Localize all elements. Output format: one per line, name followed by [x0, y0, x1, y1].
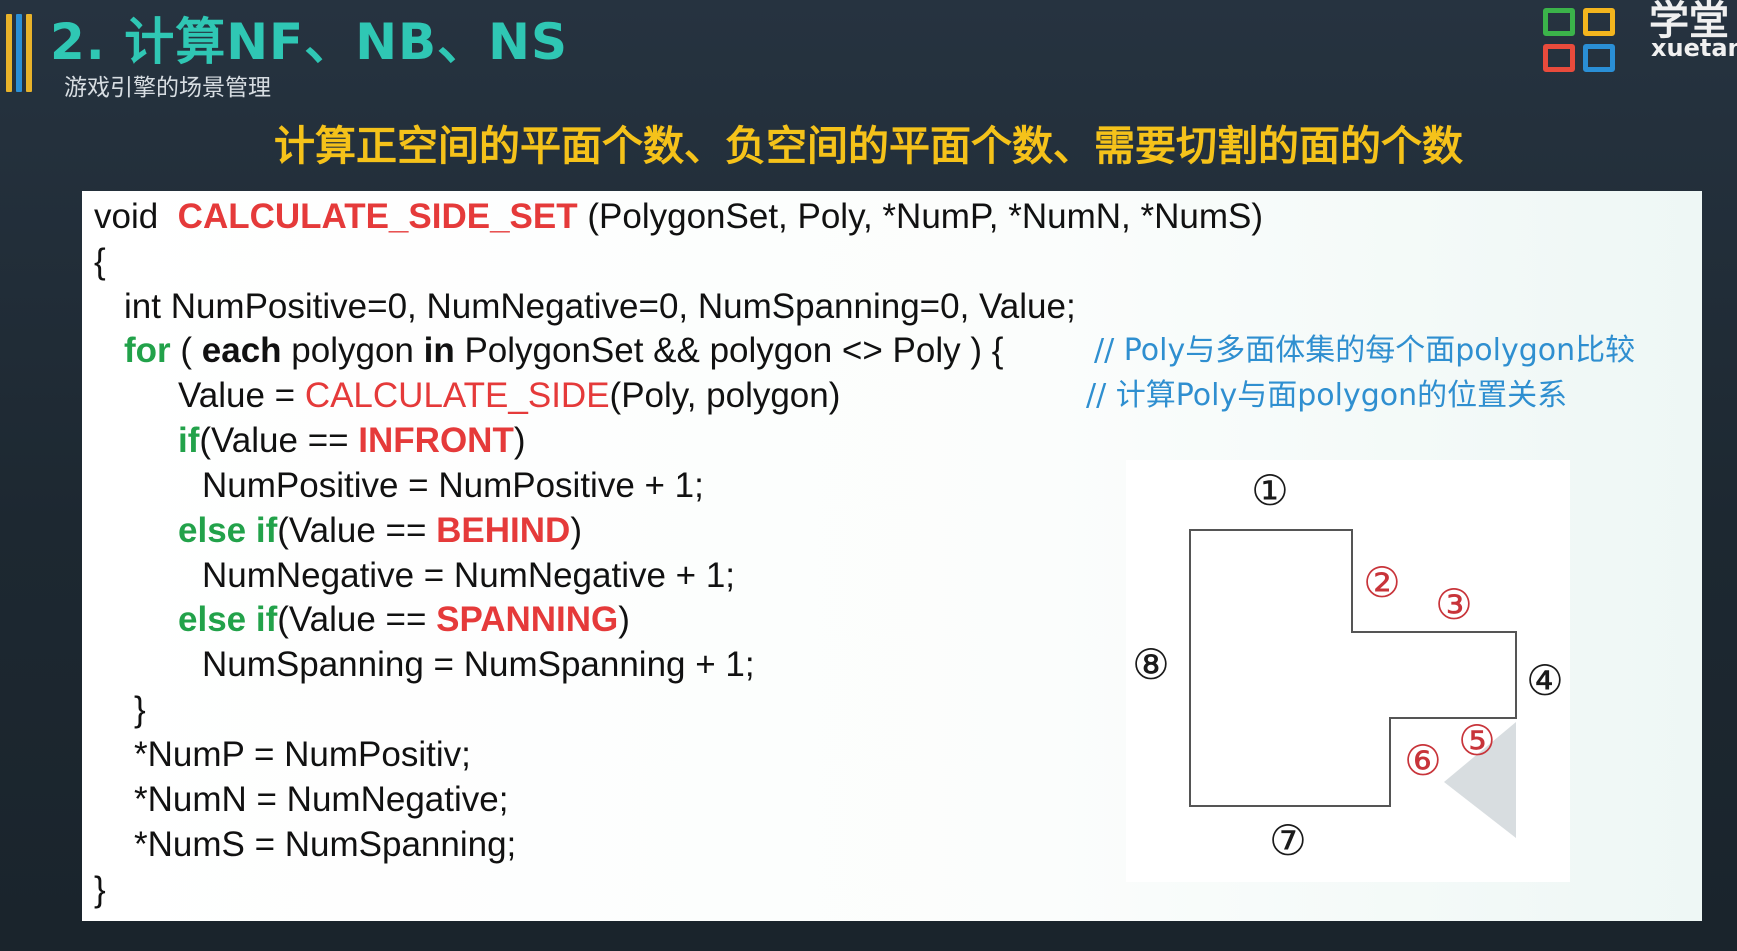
- code-function-name: CALCULATE_SIDE_SET: [177, 197, 578, 236]
- code-text: (Value ==: [277, 600, 437, 639]
- code-line-12: }: [134, 688, 146, 732]
- code-brace: }: [134, 690, 146, 729]
- code-line-14: *NumN = NumNegative;: [134, 778, 508, 822]
- code-line-13: *NumP = NumPositiv;: [134, 733, 471, 777]
- code-constant-infront: INFRONT: [358, 421, 514, 460]
- code-keyword-else-if: else if: [178, 511, 278, 550]
- logo-square-blue: [1583, 44, 1615, 72]
- code-args: (PolygonSet, Poly, *NumP, *NumN, *NumS): [587, 197, 1263, 236]
- code-line-7: NumPositive = NumPositive + 1;: [202, 464, 704, 508]
- code-declaration: int NumPositive=0, NumNegative=0, NumSpa…: [124, 287, 1076, 326]
- code-keyword-in: in: [423, 331, 455, 370]
- edge-label-8: ⑧: [1132, 640, 1170, 689]
- code-text: ): [618, 600, 630, 639]
- code-text: ): [513, 421, 526, 460]
- code-brace: {: [94, 242, 106, 281]
- slide-title: 2. 计算NF、NB、NS: [50, 13, 569, 71]
- code-text: (Poly, polygon): [609, 376, 841, 415]
- code-line-8: else if(Value == BEHIND): [178, 509, 582, 553]
- code-statement: *NumS = NumSpanning;: [134, 825, 517, 864]
- code-keyword-each: each: [201, 331, 282, 370]
- code-constant-spanning: SPANNING: [436, 600, 619, 639]
- brand-logo: 学堂 xuetang: [1537, 0, 1737, 78]
- polygon-figure: ① ② ③ ④ ⑤ ⑥ ⑦ ⑧: [1126, 460, 1570, 882]
- slide-subtitle: 游戏引擎的场景管理: [64, 75, 271, 101]
- code-line-3: int NumPositive=0, NumNegative=0, NumSpa…: [124, 285, 1076, 329]
- code-keyword-void: void: [94, 197, 159, 236]
- code-line-1: void CALCULATE_SIDE_SET (PolygonSet, Pol…: [94, 195, 1263, 239]
- edge-label-6: ⑥: [1404, 736, 1442, 785]
- code-text: (Value ==: [199, 421, 359, 460]
- edge-label-7: ⑦: [1269, 816, 1307, 865]
- code-text: polygon: [281, 331, 424, 370]
- code-keyword-if: if: [178, 421, 200, 460]
- code-text: PolygonSet && polygon <> Poly ) {: [454, 331, 1004, 370]
- accent-bar-2: [16, 14, 22, 92]
- code-text: (: [170, 331, 202, 370]
- code-line-9: NumNegative = NumNegative + 1;: [202, 554, 735, 598]
- code-constant-behind: BEHIND: [436, 511, 571, 550]
- code-line-2: {: [94, 240, 106, 284]
- accent-bar-3: [26, 14, 32, 92]
- edge-label-2: ②: [1363, 558, 1401, 607]
- code-statement: NumPositive = NumPositive + 1;: [202, 466, 704, 505]
- code-keyword-else-if: else if: [178, 600, 278, 639]
- slide-heading: 计算正空间的平面个数、负空间的平面个数、需要切割的面的个数: [274, 122, 1463, 170]
- code-line-5: Value = CALCULATE_SIDE(Poly, polygon): [178, 374, 840, 418]
- edge-label-4: ④: [1526, 656, 1564, 705]
- code-line-16: }: [94, 868, 106, 912]
- edge-label-5: ⑤: [1458, 716, 1496, 765]
- code-line-4: for ( each polygon in PolygonSet && poly…: [124, 329, 1003, 373]
- logo-square-yellow: [1583, 8, 1615, 36]
- code-statement: NumSpanning = NumSpanning + 1;: [202, 645, 755, 684]
- logo-square-red: [1543, 44, 1575, 72]
- code-text: ): [570, 511, 582, 550]
- accent-bar-1: [6, 14, 12, 92]
- edge-label-1: ①: [1251, 466, 1289, 515]
- code-comment-1: // Poly与多面体集的每个面polygon比较: [1094, 333, 1636, 368]
- logo-subtext: xuetang: [1651, 34, 1737, 62]
- logo-square-green: [1543, 8, 1575, 36]
- code-keyword-for: for: [124, 331, 171, 370]
- code-text: (Value ==: [277, 511, 437, 550]
- code-comment-2: // 计算Poly与面polygon的位置关系: [1086, 378, 1568, 413]
- code-line-15: *NumS = NumSpanning;: [134, 823, 516, 867]
- code-line-10: else if(Value == SPANNING): [178, 598, 630, 642]
- code-line-11: NumSpanning = NumSpanning + 1;: [202, 643, 755, 687]
- code-line-6: if(Value == INFRONT): [178, 419, 526, 463]
- code-brace: }: [94, 870, 106, 909]
- code-function-call: CALCULATE_SIDE: [304, 376, 610, 415]
- code-statement: NumNegative = NumNegative + 1;: [202, 556, 736, 595]
- code-text: Value =: [178, 376, 305, 415]
- code-statement: *NumN = NumNegative;: [134, 780, 509, 819]
- accent-bars: [6, 14, 34, 92]
- code-statement: *NumP = NumPositiv;: [134, 735, 471, 774]
- edge-label-3: ③: [1435, 580, 1473, 629]
- polygon-figure-svg: [1189, 529, 1517, 838]
